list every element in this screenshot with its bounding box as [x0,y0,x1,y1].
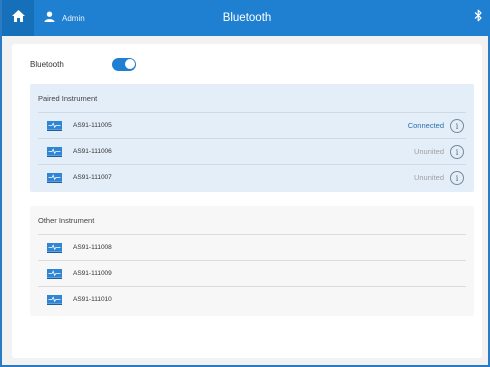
other-instrument-row[interactable]: AS91-111010 [38,286,466,312]
instrument-name: AS91-111008 [73,244,112,251]
instrument-icon [47,242,62,253]
bluetooth-panel: Bluetooth Paired Instrument AS91-111005 … [12,44,482,358]
other-instrument-list: AS91-111008 AS91-111009 AS91-111010 [30,234,474,312]
instrument-name: AS91-111007 [73,174,112,181]
bluetooth-status-button[interactable] [472,9,484,27]
bluetooth-label: Bluetooth [30,59,64,69]
info-icon[interactable]: i [450,119,464,133]
toggle-knob [124,59,135,69]
instrument-icon [47,146,62,157]
page-title: Bluetooth [222,12,272,24]
bluetooth-icon [474,9,483,27]
paired-instrument-title: Paired Instrument [38,94,98,103]
other-instrument-row[interactable]: AS91-111009 [38,260,466,286]
paired-instrument-row[interactable]: AS91-111006 Ununited i [38,138,466,164]
connection-status: Ununited [413,173,444,182]
instrument-icon [47,172,62,183]
instrument-name: AS91-111010 [73,296,112,303]
other-instrument-group: Other Instrument AS91-111008 AS91-111009 [30,206,474,316]
info-icon[interactable]: i [450,171,464,185]
instrument-icon [47,294,62,305]
instrument-name: AS91-111006 [73,148,112,155]
bluetooth-setting: Bluetooth [30,57,170,71]
top-bar: Admin Bluetooth [2,0,490,36]
app-frame: Admin Bluetooth Bluetooth Paired Instrum… [0,0,490,367]
connection-status: Ununited [413,147,444,156]
instrument-name: AS91-111009 [73,270,112,277]
bluetooth-toggle[interactable] [112,57,136,71]
connection-status: Connected [407,121,444,130]
instrument-name: AS91-111005 [73,122,112,129]
info-icon[interactable]: i [450,145,464,159]
instrument-icon [47,120,62,131]
paired-instrument-row[interactable]: AS91-111007 Ununited i [38,164,466,190]
paired-instrument-group: Paired Instrument AS91-111005 Connected … [30,84,474,192]
paired-instrument-list: AS91-111005 Connected i AS91-111006 Unun… [30,112,474,190]
instrument-icon [47,268,62,279]
paired-instrument-row[interactable]: AS91-111005 Connected i [38,112,466,138]
other-instrument-title: Other Instrument [38,216,95,225]
other-instrument-row[interactable]: AS91-111008 [38,234,466,260]
